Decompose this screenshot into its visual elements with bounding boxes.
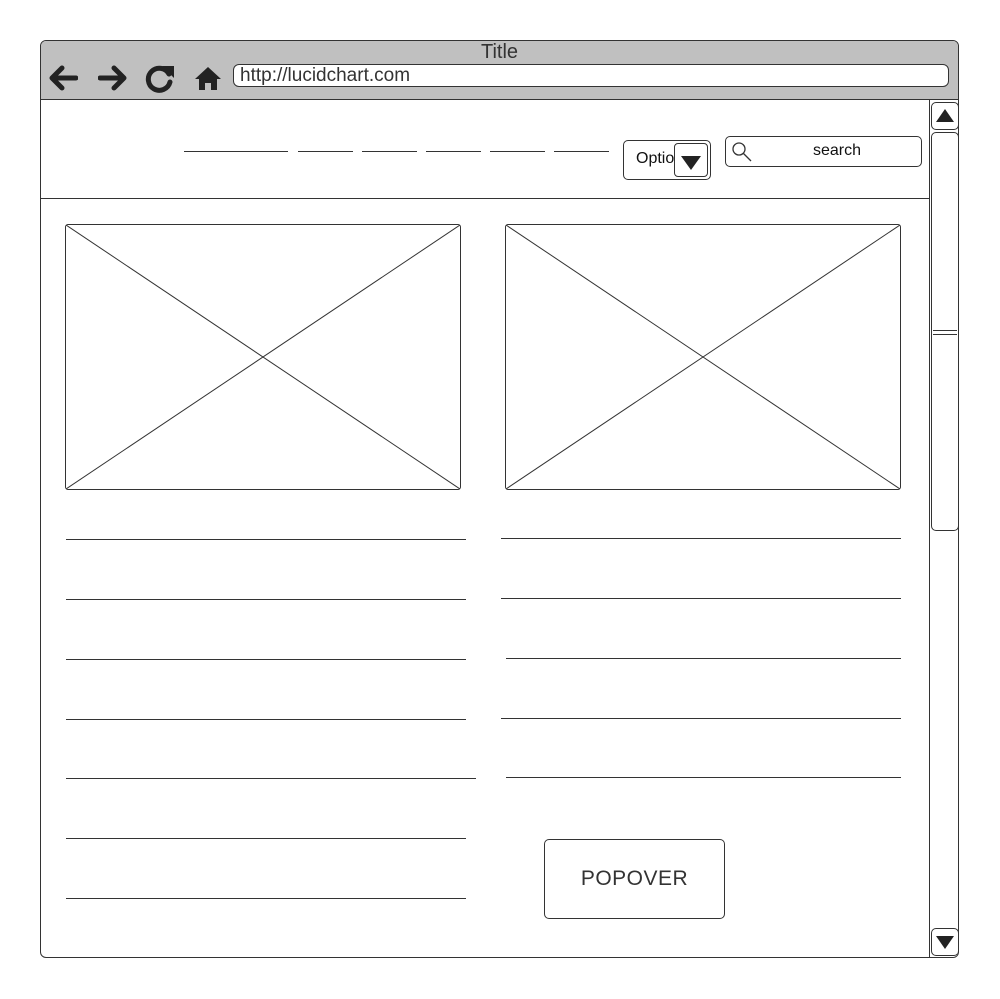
nav-link-4[interactable] xyxy=(426,151,481,152)
text-line-placeholder xyxy=(66,719,466,720)
nav-link-6[interactable] xyxy=(554,151,609,152)
grip-icon xyxy=(933,330,957,335)
text-line-placeholder xyxy=(66,778,476,779)
title-bar: Title xyxy=(41,41,958,100)
scroll-up-icon[interactable] xyxy=(931,102,958,130)
text-line-placeholder xyxy=(501,538,901,539)
url-bar[interactable] xyxy=(233,64,949,87)
text-line-placeholder xyxy=(506,658,901,659)
nav-link-5[interactable] xyxy=(490,151,545,152)
chevron-down-icon[interactable] xyxy=(674,143,708,177)
search-icon xyxy=(731,141,753,163)
text-line-placeholder xyxy=(66,898,466,899)
nav-link-3[interactable] xyxy=(362,151,417,152)
text-line-placeholder xyxy=(66,659,466,660)
browser-window: Title Option search xyxy=(40,40,959,958)
option-dropdown[interactable]: Option xyxy=(623,140,711,180)
search-placeholder: search xyxy=(813,142,862,159)
image-placeholder-right xyxy=(505,224,901,490)
search-input[interactable]: search xyxy=(725,136,922,167)
home-icon[interactable] xyxy=(192,63,224,93)
text-line-placeholder xyxy=(506,777,901,778)
nav-link-2[interactable] xyxy=(298,151,353,152)
image-placeholder-left xyxy=(65,224,461,490)
text-line-placeholder xyxy=(66,838,466,839)
vertical-scrollbar[interactable] xyxy=(929,100,958,957)
window-title: Title xyxy=(480,41,519,63)
site-header: Option search xyxy=(41,100,929,199)
text-line-placeholder xyxy=(501,718,901,719)
back-arrow-icon[interactable] xyxy=(46,63,78,93)
scroll-down-icon[interactable] xyxy=(931,928,958,956)
forward-arrow-icon[interactable] xyxy=(98,63,130,93)
nav-link-1[interactable] xyxy=(184,151,288,152)
scrollbar-thumb[interactable] xyxy=(931,132,958,531)
text-line-placeholder xyxy=(66,599,466,600)
refresh-icon[interactable] xyxy=(144,63,176,93)
popover-button[interactable]: POPOVER xyxy=(544,839,725,919)
text-line-placeholder xyxy=(501,598,901,599)
text-line-placeholder xyxy=(66,539,466,540)
